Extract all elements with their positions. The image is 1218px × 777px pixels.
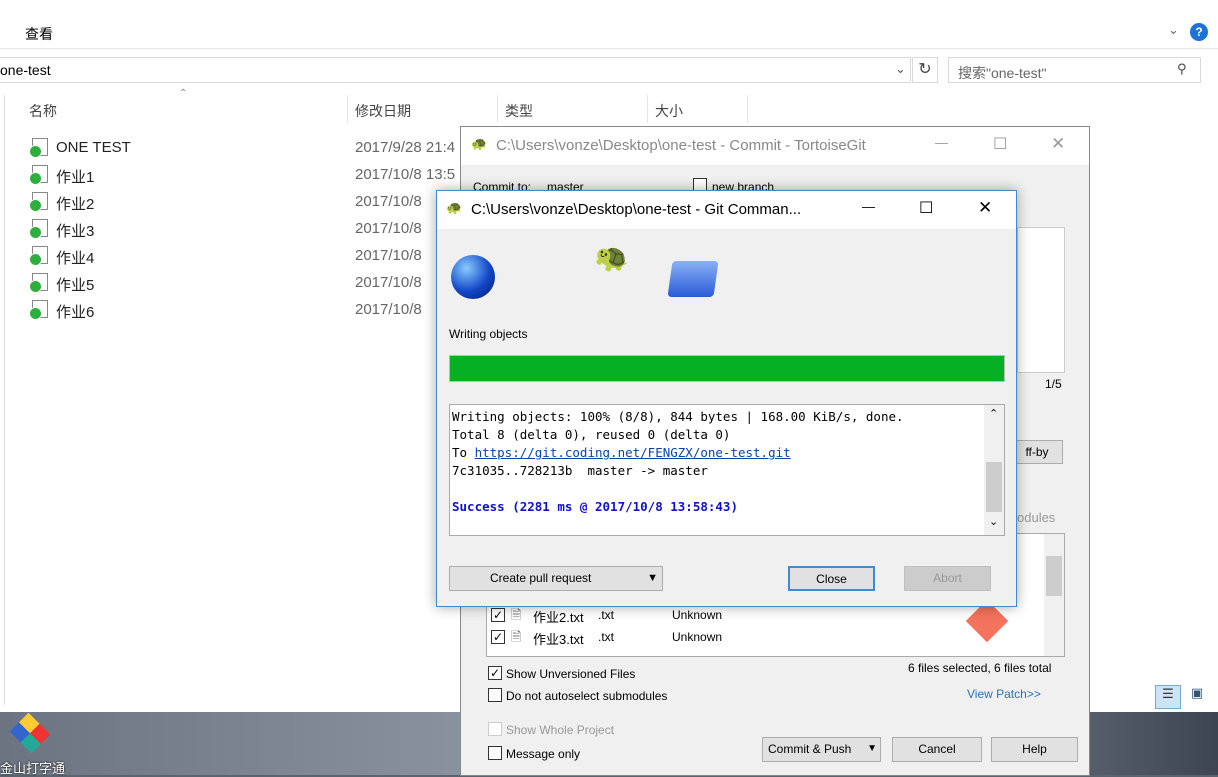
column-date[interactable]: 修改日期 <box>355 101 411 121</box>
status-text: Writing objects <box>449 327 528 341</box>
tortoisegit-icon: 🐢 <box>471 136 488 151</box>
list-scrollbar[interactable] <box>1044 534 1064 656</box>
large-icons-view-button[interactable]: ▣ <box>1185 685 1209 709</box>
tortoisegit-folder-icon <box>29 273 48 293</box>
tortoisegit-icon: 🐢 <box>446 200 463 215</box>
globe-icon <box>451 255 495 299</box>
refresh-icon[interactable]: ↻ <box>912 57 938 83</box>
changed-file-row[interactable]: ✓ 🗎 作业3.txt .txt Unknown <box>487 628 1037 648</box>
maximize-button[interactable]: ☐ <box>993 134 1007 154</box>
kingsoft-typing-icon[interactable] <box>9 712 51 754</box>
close-dialog-button[interactable]: Close <box>788 566 875 591</box>
file-count: 6 files selected, 6 files total <box>908 661 1052 675</box>
details-view-button[interactable]: ☰ <box>1155 685 1181 709</box>
minimize-button[interactable]: — <box>862 199 875 214</box>
folder-icon <box>667 261 719 297</box>
show-unversioned-checkbox[interactable]: ✓ <box>488 666 502 680</box>
minimize-button[interactable]: — <box>935 135 948 150</box>
show-whole-project-checkbox[interactable] <box>488 722 502 736</box>
dropdown-arrow-icon[interactable]: ▼ <box>647 567 658 589</box>
tortoisegit-folder-icon <box>29 219 48 239</box>
help-icon[interactable]: ? <box>1190 23 1208 41</box>
file-checkbox[interactable]: ✓ <box>491 608 505 622</box>
tortoise-animation-icon: 🐢 <box>589 235 636 280</box>
no-autoselect-checkbox[interactable] <box>488 688 502 702</box>
log-scrollbar[interactable]: ⌃ ⌄ <box>984 405 1004 535</box>
dropdown-arrow-icon[interactable]: ▼ <box>867 738 877 760</box>
column-size[interactable]: 大小 <box>655 101 683 121</box>
ribbon-collapse-icon[interactable]: ⌄ <box>1168 22 1179 38</box>
text-file-icon: 🗎 <box>511 629 522 644</box>
sort-arrow-icon: ⌃ <box>179 88 188 99</box>
success-message: Success (2281 ms @ 2017/10/8 13:58:43) <box>452 499 738 514</box>
file-checkbox[interactable]: ✓ <box>491 630 505 644</box>
progress-bar <box>449 355 1005 382</box>
menu-view[interactable]: 查看 <box>25 24 53 44</box>
help-button[interactable]: Help <box>991 737 1078 762</box>
tortoisegit-folder-icon <box>29 165 48 185</box>
chevron-down-icon[interactable]: ⌄ <box>895 61 906 77</box>
cancel-button[interactable]: Cancel <box>892 737 982 762</box>
search-input[interactable]: 搜索"one-test" ⚲ <box>948 57 1201 83</box>
abort-button: Abort <box>904 566 991 591</box>
tortoisegit-folder-icon <box>29 138 48 158</box>
message-box[interactable] <box>1017 227 1065 373</box>
remote-url-link[interactable]: https://git.coding.net/FENGZX/one-test.g… <box>475 445 791 460</box>
git-command-dialog: 🐢 C:\Users\vonze\Desktop\one-test - Git … <box>436 190 1017 607</box>
commit-title: C:\Users\vonze\Desktop\one-test - Commit… <box>496 137 866 154</box>
desktop-icon-label[interactable]: 金山打字通 <box>0 758 65 777</box>
tortoisegit-folder-icon <box>29 192 48 212</box>
column-name[interactable]: 名称 <box>29 101 57 121</box>
tortoisegit-folder-icon <box>29 246 48 266</box>
output-log[interactable]: Writing objects: 100% (8/8), 844 bytes |… <box>449 404 1005 536</box>
tortoisegit-folder-icon <box>29 300 48 320</box>
message-only-checkbox[interactable] <box>488 746 502 760</box>
commit-push-button[interactable]: Commit & Push ▼ <box>762 737 881 762</box>
search-icon: ⚲ <box>1177 61 1187 76</box>
create-pull-request-button[interactable]: Create pull request ▼ <box>449 566 663 591</box>
close-button[interactable]: ✕ <box>1051 134 1065 154</box>
signoff-button[interactable]: ff-by <box>1011 440 1063 464</box>
submodules-label: odules <box>1017 510 1056 525</box>
close-button[interactable]: ✕ <box>978 198 992 218</box>
column-type[interactable]: 类型 <box>505 101 533 121</box>
changed-file-row[interactable]: ✓ 🗎 作业2.txt .txt Unknown <box>487 606 1037 626</box>
progress-fill <box>450 356 1004 381</box>
text-file-icon: 🗎 <box>511 607 522 622</box>
git-dialog-title: C:\Users\vonze\Desktop\one-test - Git Co… <box>471 201 802 218</box>
page-indicator: 1/5 <box>1045 377 1062 391</box>
view-patch-link[interactable]: View Patch>> <box>967 687 1041 701</box>
maximize-button[interactable]: ☐ <box>919 198 933 218</box>
address-bar[interactable]: one-test ⌄ <box>0 57 911 83</box>
